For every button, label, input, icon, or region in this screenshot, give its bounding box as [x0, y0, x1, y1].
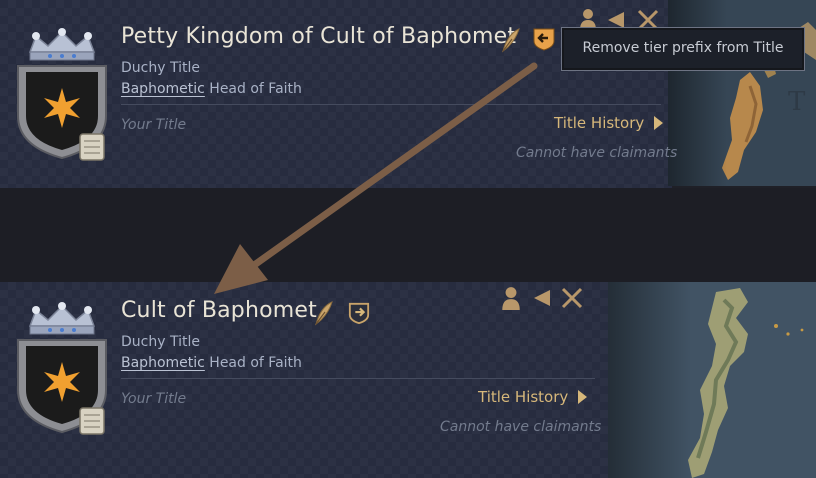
scroll-icon: [79, 407, 105, 435]
coat-of-arms-bottom[interactable]: [14, 302, 110, 438]
title-name: Cult of Baphomet: [121, 298, 317, 323]
add-prefix-icon[interactable]: [348, 302, 370, 324]
title-history-label: Title History: [478, 388, 569, 406]
your-title-label: Your Title: [121, 391, 187, 407]
faith-role: Head of Faith: [204, 355, 302, 371]
title-history-button[interactable]: Title History: [478, 388, 588, 406]
quill-rename-icon[interactable]: [313, 300, 335, 326]
claimants-note: Cannot have claimants: [440, 419, 602, 435]
character-icon[interactable]: [500, 286, 522, 310]
title-tier: Duchy Title: [121, 334, 200, 350]
back-icon[interactable]: [532, 288, 552, 308]
faith-line: Baphometic Head of Faith: [121, 355, 302, 371]
crown-icon: [28, 302, 96, 335]
close-icon[interactable]: [560, 286, 584, 310]
separator-bottom: [121, 378, 595, 379]
faith-link[interactable]: Baphometic: [121, 355, 205, 371]
caret-right-icon: [578, 390, 588, 404]
